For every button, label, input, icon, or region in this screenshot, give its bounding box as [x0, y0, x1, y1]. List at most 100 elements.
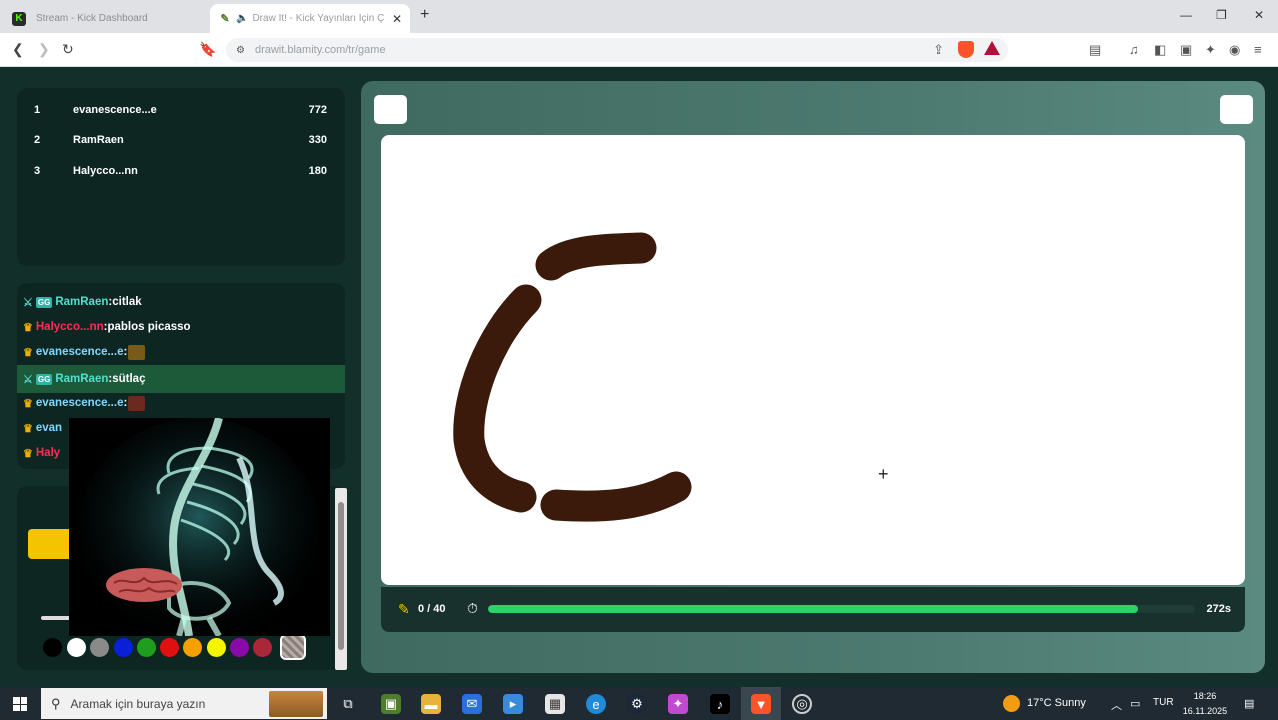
tray-expand-icon[interactable]: ︿: [1111, 697, 1122, 713]
stopwatch-icon: ⏱: [467, 600, 478, 616]
drawing-canvas[interactable]: +: [381, 135, 1245, 585]
system-clock[interactable]: 18:26 16.11.2025: [1180, 689, 1230, 719]
chat-sep: :: [123, 346, 128, 358]
player-score: 772: [308, 104, 327, 116]
weather-text[interactable]: 17°C Sunny: [1027, 697, 1086, 709]
brave-shield-icon[interactable]: [958, 41, 974, 58]
rank: 1: [34, 104, 41, 116]
player-score: 330: [308, 134, 327, 146]
panel-scrollbar[interactable]: [335, 488, 347, 670]
bookmark-icon[interactable]: 🔖: [199, 41, 216, 58]
color-swatch-red[interactable]: [160, 638, 179, 657]
webcam-overlay: [69, 418, 330, 636]
rank: 3: [34, 165, 41, 177]
game-settings-button[interactable]: [1220, 95, 1253, 124]
xray-skeleton-image: [69, 418, 330, 636]
close-tab-icon[interactable]: ✕: [390, 12, 404, 26]
game-area: + ✎ 0 / 40 ⏱ 272s: [361, 81, 1265, 673]
chat-user[interactable]: RamRaen: [55, 296, 108, 308]
time-progress-fill: [488, 605, 1139, 613]
copilot-icon[interactable]: ✦: [668, 694, 688, 714]
tab-strip: K Stream - Kick Dashboard ✎ 🔈 Draw It! -…: [0, 0, 1278, 33]
search-placeholder: Aramak için buraya yazın: [70, 696, 206, 711]
custom-color-picker[interactable]: [280, 634, 306, 660]
reload-icon[interactable]: ↻: [62, 41, 74, 58]
input-language[interactable]: TUR: [1153, 697, 1174, 708]
new-tab-button[interactable]: +: [420, 6, 429, 24]
color-swatch-yellow[interactable]: [207, 638, 226, 657]
color-swatch-orange[interactable]: [183, 638, 202, 657]
tab-draw-it[interactable]: ✎ 🔈 Draw It! - Kick Yayınları İçin Ç ✕: [210, 4, 410, 33]
color-swatch-crimson[interactable]: [253, 638, 272, 657]
brave-rewards-icon[interactable]: [984, 41, 1000, 55]
back-icon[interactable]: ❮: [12, 41, 24, 58]
fill-tool-button[interactable]: [28, 529, 72, 559]
terminal-icon[interactable]: ▸: [503, 694, 523, 714]
brave-icon[interactable]: ▼: [751, 694, 771, 714]
chat-sep: :: [123, 397, 128, 409]
chat-text: sütlaç: [112, 373, 146, 385]
wallet-icon[interactable]: ▣: [1180, 42, 1192, 58]
reader-icon[interactable]: ▤: [1089, 42, 1101, 58]
restore-icon[interactable]: ❐: [1216, 8, 1227, 22]
share-icon[interactable]: ⇪: [933, 42, 944, 58]
edge-icon[interactable]: e: [586, 694, 606, 714]
chat-user[interactable]: Halycco...nn: [36, 321, 104, 333]
music-icon[interactable]: ♫: [1129, 42, 1139, 57]
leaderboard-row: 1 evanescence...e 772: [17, 100, 345, 120]
brush-strokes: [453, 232, 692, 522]
minecraft-icon[interactable]: ▣: [381, 694, 401, 714]
taskbar-search[interactable]: ⚲ Aramak için buraya yazın: [41, 688, 327, 719]
chat-user[interactable]: Haly: [36, 447, 60, 459]
mail-icon[interactable]: ✉: [462, 694, 482, 714]
steam-icon[interactable]: ⚙: [627, 694, 647, 714]
color-swatch-black[interactable]: [43, 638, 62, 657]
chat-message: ♛ evanescence...e :: [23, 392, 146, 414]
leo-icon[interactable]: ✦: [1205, 42, 1216, 58]
minimize-icon[interactable]: —: [1180, 8, 1192, 22]
crosshair-cursor-icon: +: [878, 464, 889, 484]
obs-icon[interactable]: ◎: [792, 694, 812, 714]
chat-user[interactable]: evan: [36, 422, 62, 434]
player-name: evanescence...e: [73, 104, 157, 116]
game-menu-button[interactable]: [374, 95, 407, 124]
chat-user[interactable]: RamRaen: [55, 373, 108, 385]
forward-icon[interactable]: ❯: [38, 41, 50, 58]
sidebar-icon[interactable]: ◧: [1154, 42, 1166, 58]
chat-text: citlak: [112, 296, 142, 308]
chat-user[interactable]: evanescence...e: [36, 346, 124, 358]
menu-icon[interactable]: ≡: [1254, 42, 1262, 57]
notifications-icon[interactable]: ▤: [1244, 697, 1254, 710]
color-swatch-purple[interactable]: [230, 638, 249, 657]
crown-icon: ♛: [23, 447, 33, 460]
windows-taskbar: ⚲ Aramak için buraya yazın ⧉ ▣ ▬ ✉ ▸ ▦ e…: [0, 687, 1278, 720]
site-info-icon[interactable]: ⚙: [236, 45, 245, 56]
chat-message: ♛ evanescence...e :: [23, 341, 146, 363]
color-swatch-blue[interactable]: [114, 638, 133, 657]
url-field[interactable]: ⚙ drawit.blamity.com/tr/game ⇪: [226, 38, 1008, 62]
tab-kick-dashboard[interactable]: K Stream - Kick Dashboard: [8, 4, 206, 33]
photos-icon[interactable]: ▦: [545, 694, 565, 714]
brush-size-indicator[interactable]: [41, 616, 71, 620]
time-remaining: 272s: [1206, 603, 1231, 615]
time-progress-bar: [488, 605, 1195, 613]
network-icon[interactable]: ▭: [1130, 697, 1140, 710]
file-explorer-icon[interactable]: ▬: [421, 694, 441, 714]
color-swatch-gray[interactable]: [90, 638, 109, 657]
chat-message: ⚔ GG RamRaen : citlak: [23, 291, 142, 313]
color-swatch-white[interactable]: [67, 638, 86, 657]
speaker-icon[interactable]: 🔈: [236, 13, 248, 24]
color-swatch-green[interactable]: [137, 638, 156, 657]
kick-icon: K: [12, 11, 26, 26]
chat-message: ♛ evan: [23, 417, 62, 439]
close-window-icon[interactable]: ✕: [1254, 8, 1264, 22]
tiktok-icon[interactable]: ♪: [710, 694, 730, 714]
windows-start-icon[interactable]: [13, 697, 27, 711]
task-view-icon[interactable]: ⧉: [338, 694, 358, 714]
crown-icon: ♛: [23, 397, 33, 410]
address-bar: ❮ ❯ ↻ 🔖 ⚙ drawit.blamity.com/tr/game ⇪ ▤…: [0, 33, 1278, 67]
vpn-icon[interactable]: ◉: [1229, 42, 1240, 58]
guess-count: 0 / 40: [418, 603, 446, 615]
scroll-thumb[interactable]: [338, 502, 344, 650]
chat-user[interactable]: evanescence...e: [36, 397, 124, 409]
